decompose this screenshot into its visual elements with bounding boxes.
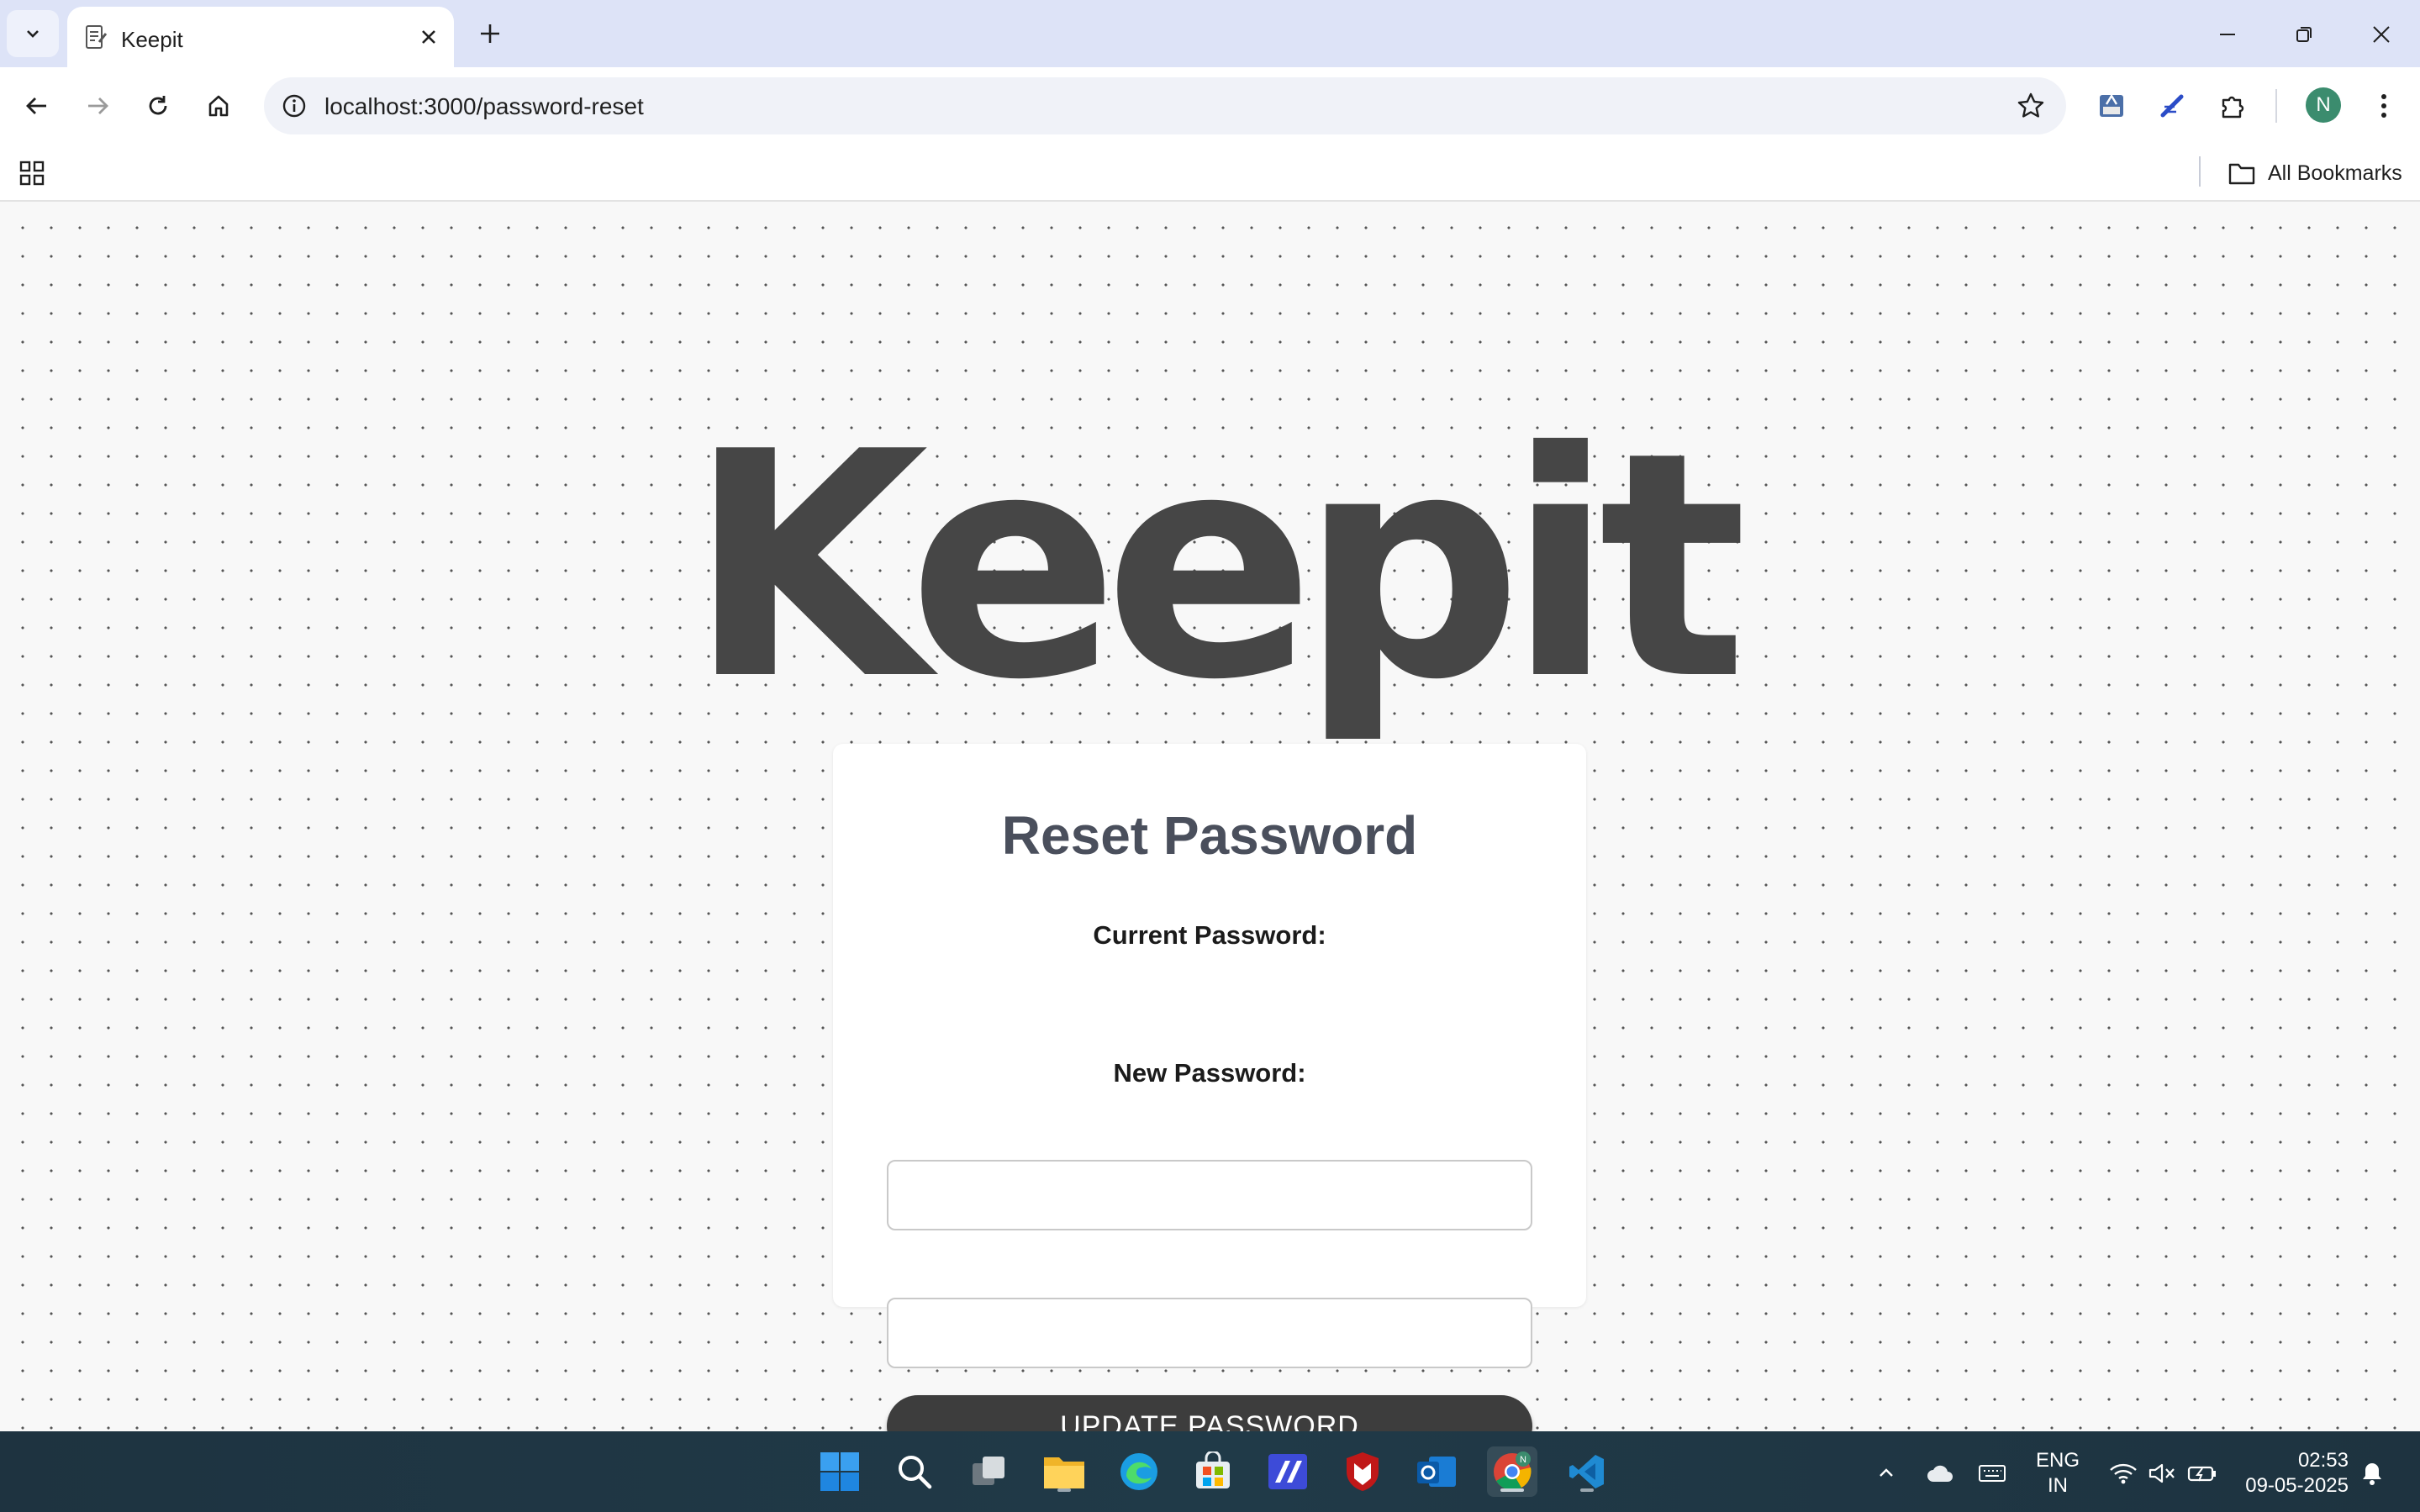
toolbar-separator [2275,89,2277,123]
browser-toolbar: localhost:3000/password-reset N [0,67,2420,145]
reload-button[interactable] [138,86,178,126]
profile-avatar[interactable]: N [2306,87,2341,123]
extensions-puzzle-icon[interactable] [2212,86,2253,126]
windows-taskbar: N ENG IN 02:53 09-05-2025 [0,1431,2420,1512]
menu-button[interactable] [2364,86,2404,126]
minimize-button[interactable] [2208,15,2247,54]
folder-icon [2228,163,2255,185]
volume-muted-icon[interactable] [2145,1457,2179,1490]
bookmark-star-icon[interactable] [2014,89,2048,123]
mcafee-icon[interactable] [1337,1446,1388,1497]
chrome-icon[interactable]: N [1487,1446,1537,1497]
restore-button[interactable] [2285,15,2323,54]
reset-password-card: Reset Password Current Password: New Pas… [833,744,1586,1457]
bookmarks-bar: All Bookmarks [0,145,2420,202]
extension-translate-icon[interactable] [2091,86,2132,126]
outlook-icon[interactable] [1412,1446,1463,1497]
store-icon[interactable] [1188,1446,1238,1497]
tab-keepit[interactable]: Keepit [67,7,454,67]
edge-icon[interactable] [1114,1446,1164,1497]
notification-bell-icon[interactable] [2355,1457,2389,1490]
back-arrow-icon [26,97,46,114]
tab-close-icon[interactable] [414,22,444,52]
running-indicator [1057,1488,1071,1492]
new-password-label: New Password: [1113,1058,1306,1088]
form-title: Reset Password [1001,805,1418,866]
clock-time: 02:53 [2297,1449,2349,1472]
apps-grid-icon[interactable] [15,156,49,190]
onedrive-cloud-icon[interactable] [1923,1457,1957,1490]
url-text[interactable]: localhost:3000/password-reset [324,93,644,120]
file-explorer-icon[interactable] [1039,1446,1089,1497]
tab-search-button[interactable] [7,10,59,57]
forward-button[interactable] [77,86,118,126]
back-button[interactable] [17,86,57,126]
search-icon[interactable] [889,1446,940,1497]
language-code: ENG [2035,1449,2080,1472]
keyboard-icon[interactable] [1975,1457,2009,1490]
vscode-icon[interactable] [1562,1446,1612,1497]
app-logo: Keepit [688,387,1748,748]
plus-icon [481,24,499,43]
language-region: IN [2048,1474,2068,1497]
close-icon [2373,26,2390,43]
show-hidden-icons-chevron-up-icon[interactable] [1869,1457,1903,1490]
battery-charging-icon[interactable] [2185,1457,2219,1490]
current-password-field[interactable] [887,1160,1532,1230]
site-info-icon[interactable] [279,91,309,121]
current-password-label: Current Password: [1093,920,1326,950]
extension-pen-icon[interactable] [2152,86,2192,126]
tab-title: Keepit [121,27,183,52]
running-indicator [1580,1488,1594,1492]
chevron-down-icon [27,30,39,38]
home-icon [208,95,229,117]
clock-date: 09-05-2025 [2245,1474,2349,1497]
start-icon[interactable] [815,1446,865,1497]
new-tab-button[interactable] [473,17,507,50]
home-button[interactable] [198,86,239,126]
close-window-button[interactable] [2362,15,2401,54]
restore-icon [2296,27,2312,42]
page-content: Keepit Reset Password Current Password: … [0,202,2420,1457]
task-view-icon[interactable] [964,1446,1015,1497]
forward-arrow-icon [88,97,108,114]
more-vertical-icon [2381,94,2386,118]
svg-text:N: N [1520,1455,1526,1465]
all-bookmarks-label: All Bookmarks [2268,161,2402,185]
address-bar[interactable]: localhost:3000/password-reset [264,77,2066,134]
system-clock[interactable]: 02:53 09-05-2025 [2231,1448,2349,1499]
language-indicator[interactable]: ENG IN [2032,1448,2083,1499]
tab-strip: Keepit [0,0,2420,67]
active-indicator [1500,1488,1524,1492]
reload-icon [149,96,167,115]
app-icon[interactable] [1263,1446,1313,1497]
new-password-field[interactable] [887,1298,1532,1368]
notes-favicon-icon [86,25,108,49]
all-bookmarks-button[interactable]: All Bookmarks [2228,156,2402,190]
bookmarks-separator [2199,156,2201,187]
wifi-icon[interactable] [2106,1457,2140,1490]
minimize-icon [2220,34,2235,35]
